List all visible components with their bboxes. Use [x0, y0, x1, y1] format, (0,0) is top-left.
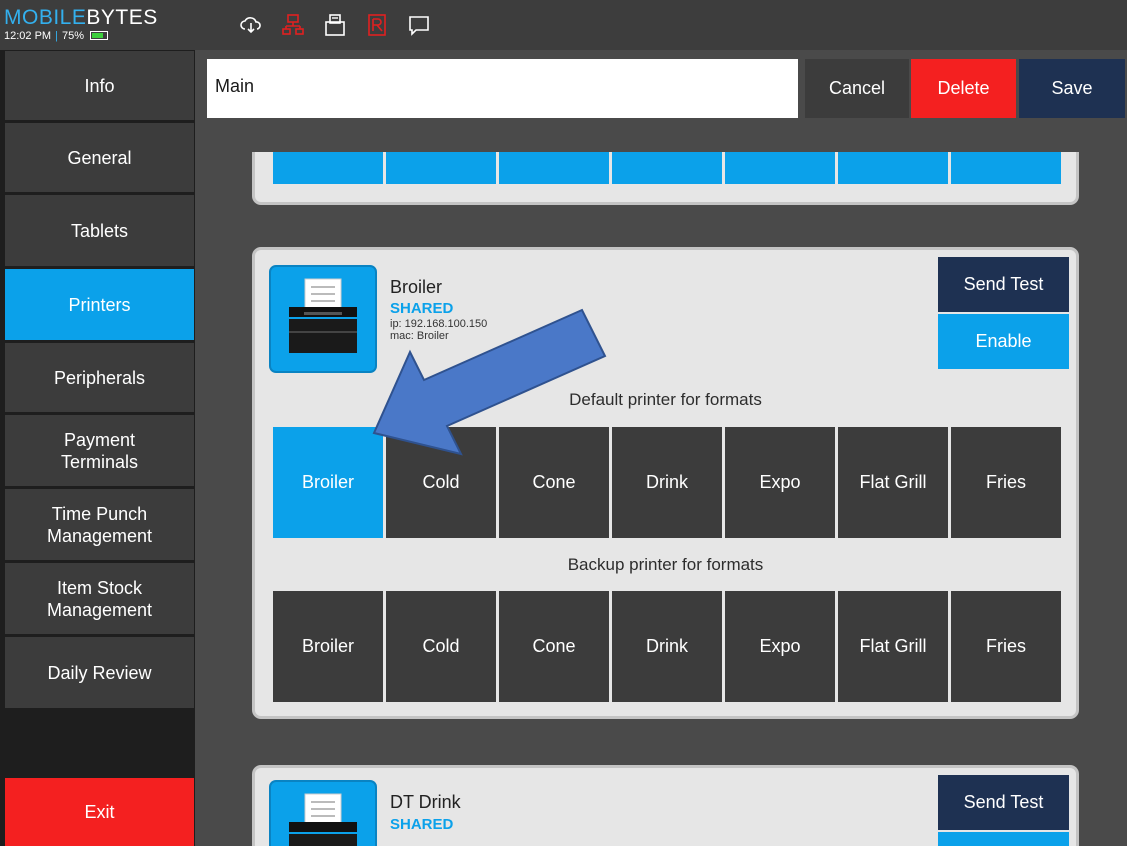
delete-button[interactable]: Delete	[911, 59, 1016, 118]
cancel-label: Cancel	[828, 78, 886, 98]
sidebar-item-general[interactable]: General	[5, 123, 194, 192]
default-formats-caption: Default printer for formats	[569, 390, 762, 409]
sidebar-item-label: Printers	[68, 294, 131, 315]
default-format-tile-fries[interactable]: Fries	[951, 427, 1061, 538]
sidebar-item-payment-terminals[interactable]: Payment Terminals	[5, 415, 194, 486]
backup-format-tile-drink[interactable]: Drink	[612, 591, 722, 702]
app-logo: MOBILEBYTES	[4, 6, 158, 30]
format-tile-label: Cone	[532, 472, 576, 492]
logo-text-bytes: BYTES	[86, 6, 158, 29]
status-line: 12:02 PM | 75%	[4, 30, 108, 42]
sidebar-item-label: Peripherals	[53, 367, 146, 388]
chat-icon[interactable]	[406, 12, 432, 38]
sidebar-item-tablets[interactable]: Tablets	[5, 195, 194, 266]
backup-format-tile-broiler[interactable]: Broiler	[273, 591, 383, 702]
format-tile-label: Expo	[759, 636, 801, 656]
printer-card-previous	[252, 150, 1079, 205]
sidebar-item-label: Time Punch Management	[46, 503, 153, 546]
sidebar-item-label: Payment Terminals	[60, 429, 139, 472]
printer-name: DT Drink	[390, 792, 461, 812]
printer-image-icon	[269, 265, 377, 373]
printer-name: Broiler	[390, 277, 443, 297]
printer-card-broiler: Broiler SHARED ip: 192.168.100.150 mac: …	[252, 247, 1079, 719]
save-label: Save	[1051, 78, 1093, 98]
backup-format-tile-cone[interactable]: Cone	[499, 591, 609, 702]
enable-label: Enable	[975, 331, 1032, 351]
save-button[interactable]: Save	[1019, 59, 1125, 118]
sidebar: Info General Tablets Printers Peripheral…	[0, 50, 195, 846]
scroll-clip	[207, 118, 1127, 152]
previous-format-tile-expo[interactable]	[725, 150, 835, 184]
sidebar-item-item-stock-management[interactable]: Item Stock Management	[5, 563, 194, 634]
send-test-button[interactable]: Send Test	[938, 257, 1069, 312]
printer-ip: ip: 192.168.100.150	[390, 318, 488, 330]
backup-format-tile-fries[interactable]: Fries	[951, 591, 1061, 702]
printer-card-dt-drink: DT Drink SHARED Send Test	[252, 765, 1079, 846]
report-icon[interactable]	[364, 12, 390, 38]
backup-formats-caption: Backup printer for formats	[567, 555, 764, 574]
format-tile-label: Cold	[422, 472, 460, 492]
clock: 12:02 PM	[4, 30, 52, 42]
sidebar-item-label: Tablets	[70, 220, 129, 241]
sidebar-item-time-punch-management[interactable]: Time Punch Management	[5, 489, 194, 560]
format-tile-label: Cone	[532, 636, 576, 656]
sidebar-item-peripherals[interactable]: Peripherals	[5, 343, 194, 412]
sidebar-item-label: General	[67, 147, 132, 168]
default-format-tile-cone[interactable]: Cone	[499, 427, 609, 538]
sidebar-item-label: Item Stock Management	[46, 577, 153, 620]
cancel-button[interactable]: Cancel	[805, 59, 909, 118]
sidebar-item-label: Daily Review	[47, 662, 152, 683]
previous-format-tile-drink[interactable]	[612, 150, 722, 184]
cloud-sync-icon[interactable]	[238, 12, 264, 38]
sidebar-item-label: Info	[84, 75, 115, 96]
default-format-tile-expo[interactable]: Expo	[725, 427, 835, 538]
printer-status-badge: SHARED	[390, 300, 454, 317]
enable-button[interactable]: Enable	[938, 314, 1069, 369]
format-tile-label: Drink	[645, 472, 688, 492]
format-tile-label: Drink	[645, 636, 688, 656]
printer-mac: mac: Broiler	[390, 330, 449, 342]
printer-icon[interactable]	[322, 12, 348, 38]
format-tile-label: Broiler	[301, 472, 354, 492]
default-format-tile-flat-grill[interactable]: Flat Grill	[838, 427, 948, 538]
sidebar-item-daily-review[interactable]: Daily Review	[5, 637, 194, 708]
previous-format-tile-flat-grill[interactable]	[838, 150, 948, 184]
printer-image-icon	[269, 780, 377, 846]
send-test-label: Send Test	[963, 274, 1044, 294]
format-tile-label: Cold	[422, 636, 460, 656]
backup-format-tile-cold[interactable]: Cold	[386, 591, 496, 702]
exit-label: Exit	[84, 802, 115, 822]
format-tile-label: Flat Grill	[859, 472, 927, 492]
default-format-tile-drink[interactable]: Drink	[612, 427, 722, 538]
backup-format-tile-flat-grill[interactable]: Flat Grill	[838, 591, 948, 702]
default-format-tile-cold[interactable]: Cold	[386, 427, 496, 538]
battery-percent: 75%	[61, 30, 84, 42]
exit-button[interactable]: Exit	[5, 778, 194, 846]
previous-format-tile-fries[interactable]	[951, 150, 1061, 184]
send-test-button[interactable]: Send Test	[938, 775, 1069, 830]
printer-status-badge: SHARED	[390, 816, 454, 833]
sidebar-item-info[interactable]: Info	[5, 51, 194, 120]
format-tile-label: Fries	[986, 472, 1026, 492]
backup-format-tile-expo[interactable]: Expo	[725, 591, 835, 702]
previous-format-tile-cone[interactable]	[499, 150, 609, 184]
format-tile-label: Broiler	[301, 636, 354, 656]
top-bar: MOBILEBYTES 12:02 PM | 75%	[0, 0, 1127, 50]
printer-group-name-bar	[207, 59, 798, 118]
send-test-label: Send Test	[963, 792, 1044, 812]
logo-text-mobile: MOBILE	[4, 6, 87, 29]
previous-format-tile-broiler[interactable]	[273, 150, 383, 184]
enable-button[interactable]	[938, 832, 1069, 846]
sidebar-item-printers[interactable]: Printers	[5, 269, 194, 340]
default-format-tile-broiler[interactable]: Broiler	[273, 427, 383, 538]
format-tile-label: Fries	[986, 636, 1026, 656]
top-icon-bar	[238, 10, 432, 40]
previous-format-tile-cold[interactable]	[386, 150, 496, 184]
delete-label: Delete	[937, 78, 990, 98]
battery-icon	[89, 31, 108, 40]
printer-group-name-input[interactable]	[215, 76, 775, 97]
format-tile-label: Expo	[759, 472, 801, 492]
format-tile-label: Flat Grill	[859, 636, 927, 656]
network-icon[interactable]	[280, 12, 306, 38]
